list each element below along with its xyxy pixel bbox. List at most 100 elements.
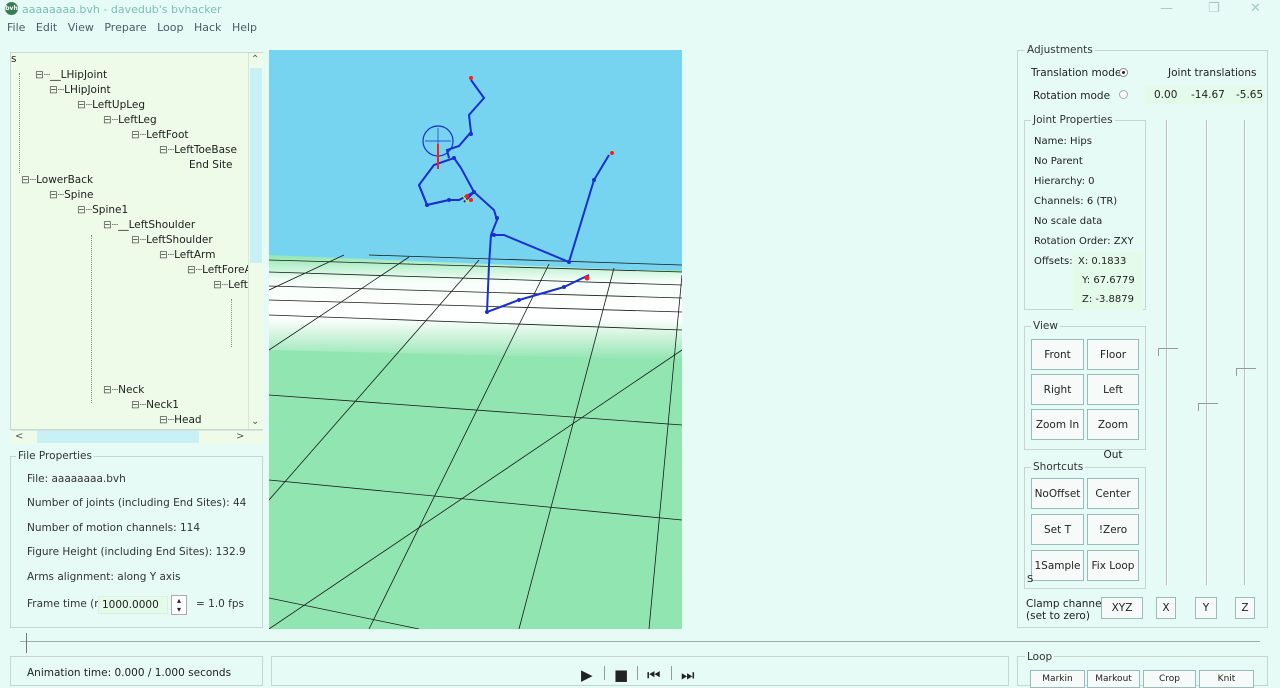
floor-view-button[interactable]: Floor xyxy=(1087,339,1139,370)
tree-node[interactable]: ⊟┈LeftLeg xyxy=(103,114,157,126)
prev-frame-icon[interactable]: ⏮ xyxy=(647,666,661,684)
tree-node[interactable]: ⊟┈__LHipJoint xyxy=(35,69,107,81)
view-title: View xyxy=(1031,320,1060,332)
joint-offsets-label: Offsets: xyxy=(1034,256,1073,267)
3d-viewport[interactable] xyxy=(269,50,682,629)
timeline-thumb[interactable] xyxy=(26,633,27,653)
tree-vertical-scroll-thumb[interactable] xyxy=(250,68,262,263)
x-slider-thumb[interactable] xyxy=(1158,348,1178,356)
tree-expander-icon[interactable]: ⊟┈ xyxy=(49,84,64,96)
menu-view[interactable]: View xyxy=(68,21,94,34)
z-slider-thumb[interactable] xyxy=(1236,368,1256,376)
joint-name: Name: Hips xyxy=(1034,136,1092,147)
tree-expander-icon[interactable]: ⊟┈ xyxy=(187,264,202,276)
clamp-y-button[interactable]: Y xyxy=(1195,597,1217,619)
adjustments-title: Adjustments xyxy=(1025,44,1095,56)
clamp-xyz-button[interactable]: XYZ xyxy=(1101,597,1143,619)
scroll-right-icon[interactable]: > xyxy=(236,431,244,442)
y-slider-track[interactable] xyxy=(1206,120,1208,585)
scroll-left-icon[interactable]: < xyxy=(15,431,23,442)
tree-node[interactable]: ⊟┈LHipJoint xyxy=(49,84,111,96)
tree-expander-icon[interactable]: ⊟┈ xyxy=(103,219,118,231)
tree-node[interactable]: ⊟┈LeftUpLeg xyxy=(77,99,145,111)
tree-expander-icon[interactable]: ⊟┈ xyxy=(159,414,174,426)
tree-node-label: Neck xyxy=(118,384,145,396)
tree-expander-icon[interactable]: ⊟┈ xyxy=(131,399,146,411)
figure-height: Figure Height (including End Sites): 132… xyxy=(27,546,246,558)
tree-node[interactable]: ⊟┈Head xyxy=(159,414,202,426)
tree-node[interactable]: ⊟┈LeftArm xyxy=(159,249,215,261)
scroll-up-icon[interactable]: ⌃ xyxy=(251,54,259,65)
loop-title: Loop xyxy=(1025,651,1055,663)
zero-button[interactable]: !Zero xyxy=(1087,514,1139,545)
set-t-button[interactable]: Set T xyxy=(1031,514,1084,545)
zoom-out-button[interactable]: Zoom Out xyxy=(1087,409,1139,461)
tree-expander-icon[interactable]: ⊟┈ xyxy=(21,174,36,186)
tree-node-label: Spine1 xyxy=(92,204,129,216)
joint-tree[interactable]: s ⊟┈__LHipJoint ⊟┈LHipJoint ⊟┈LeftUpLeg ⊟┈Le… xyxy=(10,52,263,430)
tree-node[interactable]: ⊟┈Spine1 xyxy=(77,204,128,216)
rotation-mode-radio[interactable] xyxy=(1119,90,1128,99)
tree-expander-icon[interactable]: ⊟┈ xyxy=(49,189,64,201)
tree-expander-icon[interactable]: ⊟┈ xyxy=(159,144,174,156)
translation-mode-radio[interactable] xyxy=(1119,68,1128,77)
tree-expander-icon[interactable]: ⊟┈ xyxy=(77,204,92,216)
menu-file[interactable]: File xyxy=(7,21,25,34)
frame-time-input[interactable]: 1000.0000 xyxy=(98,596,168,614)
fix-loop-button[interactable]: Fix Loop xyxy=(1087,550,1139,581)
clamp-x-button[interactable]: X xyxy=(1156,597,1176,619)
next-frame-icon[interactable]: ⏭ xyxy=(681,666,695,684)
timeline-track[interactable] xyxy=(20,641,1260,642)
scroll-down-icon[interactable]: ⌄ xyxy=(251,416,259,427)
menu-loop[interactable]: Loop xyxy=(157,21,183,34)
tree-node[interactable]: ⊟┈LeftFoot xyxy=(131,129,189,141)
crop-button[interactable]: Crop xyxy=(1143,670,1196,688)
tree-node[interactable]: ⊟┈__LeftShoulder xyxy=(103,219,195,231)
tree-node[interactable]: ⊟┈Neck1 xyxy=(131,399,179,411)
left-view-button[interactable]: Left xyxy=(1087,374,1139,405)
menu-prepare[interactable]: Prepare xyxy=(104,21,146,34)
tree-expander-icon[interactable]: ⊟┈ xyxy=(77,99,92,111)
zoom-in-button[interactable]: Zoom In xyxy=(1031,409,1084,440)
one-sample-button[interactable]: 1Sample xyxy=(1031,550,1084,581)
tree-node[interactable]: End Site xyxy=(189,159,232,171)
app-icon: bvh xyxy=(5,2,18,15)
tree-expander-icon[interactable]: ⊟┈ xyxy=(213,279,228,291)
tree-expander-icon[interactable]: ⊟┈ xyxy=(103,114,118,126)
markin-button[interactable]: Markin xyxy=(1030,670,1085,688)
stop-icon[interactable]: ■ xyxy=(614,666,628,684)
tree-expander-icon[interactable]: ⊟┈ xyxy=(159,249,174,261)
close-icon[interactable]: ✕ xyxy=(1250,1,1261,16)
center-button[interactable]: Center xyxy=(1087,478,1139,509)
tree-expander-icon[interactable]: ⊟┈ xyxy=(131,234,146,246)
tree-expander-icon[interactable]: ⊟┈ xyxy=(35,69,50,81)
tree-node[interactable]: ⊟┈LeftToeBase xyxy=(159,144,237,156)
tree-node[interactable]: ⊟┈Spine xyxy=(49,189,94,201)
knit-button[interactable]: Knit xyxy=(1199,670,1254,688)
play-icon[interactable]: ▶ xyxy=(581,666,593,684)
minimize-icon[interactable]: — xyxy=(1160,1,1173,16)
floor-highlight xyxy=(269,255,682,360)
y-slider-thumb[interactable] xyxy=(1198,403,1218,411)
menu-edit[interactable]: Edit xyxy=(36,21,57,34)
tree-node[interactable]: ⊟┈Neck xyxy=(103,384,144,396)
markout-button[interactable]: Markout xyxy=(1087,670,1140,688)
rotation-mode-label: Rotation mode xyxy=(1033,90,1111,102)
menu-hack[interactable]: Hack xyxy=(194,21,221,34)
joint-rotation-order: Rotation Order: ZXY xyxy=(1034,236,1134,247)
tree-node[interactable]: ⊟┈LeftShoulder xyxy=(131,234,213,246)
tree-node[interactable]: s xyxy=(11,53,16,65)
tree-node[interactable]: ⊟┈LowerBack xyxy=(21,174,93,186)
frame-time-stepper[interactable]: ▴ ▾ xyxy=(171,595,187,615)
tree-expander-icon[interactable]: ⊟┈ xyxy=(103,384,118,396)
joint-channels: Channels: 6 (TR) xyxy=(1034,196,1118,207)
tree-horizontal-scroll-thumb[interactable] xyxy=(37,431,199,443)
right-view-button[interactable]: Right xyxy=(1031,374,1084,405)
tree-expander-icon[interactable]: ⊟┈ xyxy=(131,129,146,141)
menu-help[interactable]: Help xyxy=(232,21,257,34)
nooffset-button[interactable]: NoOffset xyxy=(1031,478,1084,509)
front-view-button[interactable]: Front xyxy=(1031,339,1084,370)
clamp-z-button[interactable]: Z xyxy=(1235,597,1255,619)
maximize-icon[interactable]: ❐ xyxy=(1208,1,1220,16)
z-slider-track[interactable] xyxy=(1244,120,1246,585)
